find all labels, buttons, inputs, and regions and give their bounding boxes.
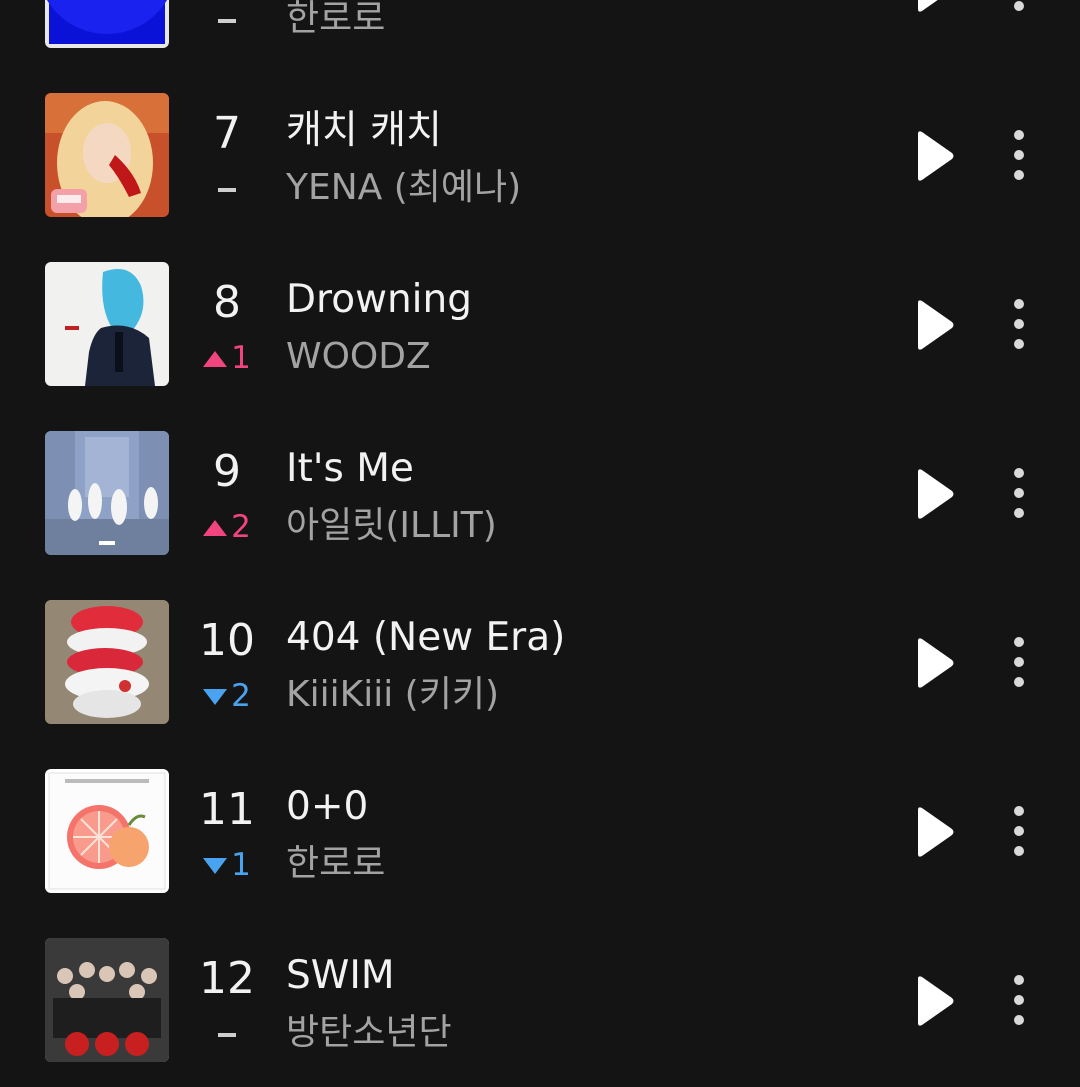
more-vertical-icon: [1014, 130, 1024, 180]
blonde-cover-art[interactable]: [45, 93, 169, 217]
more-vertical-icon: [1014, 468, 1024, 518]
more-vertical-icon: [1014, 806, 1024, 856]
more-vertical-icon: [1014, 1, 1024, 11]
artist-name[interactable]: WOODZ: [286, 334, 866, 380]
chart-row-11[interactable]: 11 1 0+0 한로로: [0, 749, 1080, 918]
more-options-button[interactable]: [998, 296, 1040, 352]
rank-change: 1: [190, 849, 264, 881]
rank-change: [190, 4, 264, 36]
play-icon: [918, 131, 954, 181]
dash-icon: [218, 1033, 236, 1037]
play-icon: [918, 0, 938, 12]
rank-number: 11: [199, 784, 255, 835]
more-options-button[interactable]: [998, 465, 1040, 521]
blue-hair-cover-art[interactable]: [45, 262, 169, 386]
group-cover-art[interactable]: [45, 938, 169, 1062]
artist-name[interactable]: YENA (최예나): [286, 165, 866, 211]
rank-change-value: 1: [231, 340, 251, 376]
dash-icon: [218, 19, 236, 23]
song-title[interactable]: It's Me: [286, 443, 866, 495]
rank-number: 12: [199, 953, 255, 1004]
play-button[interactable]: [900, 974, 964, 1028]
rank-number: 7: [213, 108, 241, 159]
chart-row-9[interactable]: 9 2 It's Me 아일릿(ILLIT): [0, 411, 1080, 580]
arrow-down-icon: [203, 689, 228, 705]
rank-change: [190, 173, 264, 205]
song-title[interactable]: SWIM: [286, 950, 866, 1002]
rank-number: 10: [199, 615, 255, 666]
artist-name[interactable]: KiiiKiii (키키): [286, 672, 866, 718]
play-icon: [918, 300, 954, 350]
play-button[interactable]: [900, 636, 964, 690]
play-button[interactable]: [900, 0, 964, 14]
more-options-button[interactable]: [998, 803, 1040, 859]
chart-row-12[interactable]: 12 SWIM 방탄소년단: [0, 918, 1080, 1087]
dash-icon: [218, 188, 236, 192]
chart-row-7[interactable]: 7 캐치 캐치 YENA (최예나): [0, 73, 1080, 242]
more-options-button[interactable]: [998, 634, 1040, 690]
play-icon: [918, 976, 954, 1026]
artist-name[interactable]: 아일릿(ILLIT): [286, 503, 866, 549]
blue-cover-art[interactable]: [45, 0, 169, 48]
artist-name[interactable]: 방탄소년단: [286, 1010, 866, 1056]
play-icon: [918, 469, 954, 519]
rank-change: 1: [190, 342, 264, 374]
arrow-up-icon: [203, 351, 228, 367]
more-options-button[interactable]: [998, 972, 1040, 1028]
artist-name[interactable]: 한로로: [286, 0, 866, 42]
arrow-up-icon: [203, 520, 228, 536]
rank-number: 8: [213, 277, 241, 328]
rank-change: 2: [190, 680, 264, 712]
more-options-button[interactable]: [998, 0, 1040, 14]
arrow-down-icon: [203, 858, 228, 874]
play-button[interactable]: [900, 467, 964, 521]
play-icon: [918, 807, 954, 857]
song-title[interactable]: 0+0: [286, 781, 866, 833]
rank-change-value: 2: [231, 509, 251, 545]
chart-row-6[interactable]: 6 한로로: [0, 0, 1080, 73]
play-icon: [918, 638, 954, 688]
song-title[interactable]: 캐치 캐치: [286, 105, 866, 157]
play-button[interactable]: [900, 805, 964, 859]
chart-list: 6 한로로 7 캐치 캐치 YENA (최예나): [0, 0, 1080, 1087]
chart-row-10[interactable]: 10 2 404 (New Era) KiiiKiii (키키): [0, 580, 1080, 749]
rank-change: [190, 1018, 264, 1050]
song-title[interactable]: Drowning: [286, 274, 866, 326]
artist-name[interactable]: 한로로: [286, 841, 866, 887]
play-button[interactable]: [900, 129, 964, 183]
street-cover-art[interactable]: [45, 431, 169, 555]
more-vertical-icon: [1014, 299, 1024, 349]
chart-row-8[interactable]: 8 1 Drowning WOODZ: [0, 242, 1080, 411]
grapefruit-cover-art[interactable]: [45, 769, 169, 893]
rank-number: 9: [213, 446, 241, 497]
more-options-button[interactable]: [998, 127, 1040, 183]
rank-change-value: 2: [231, 678, 251, 714]
more-vertical-icon: [1014, 637, 1024, 687]
rank-change: 2: [190, 511, 264, 543]
caps-cover-art[interactable]: [45, 600, 169, 724]
rank-change-value: 1: [231, 847, 251, 883]
song-title[interactable]: 404 (New Era): [286, 612, 866, 664]
play-button[interactable]: [900, 298, 964, 352]
more-vertical-icon: [1014, 975, 1024, 1025]
